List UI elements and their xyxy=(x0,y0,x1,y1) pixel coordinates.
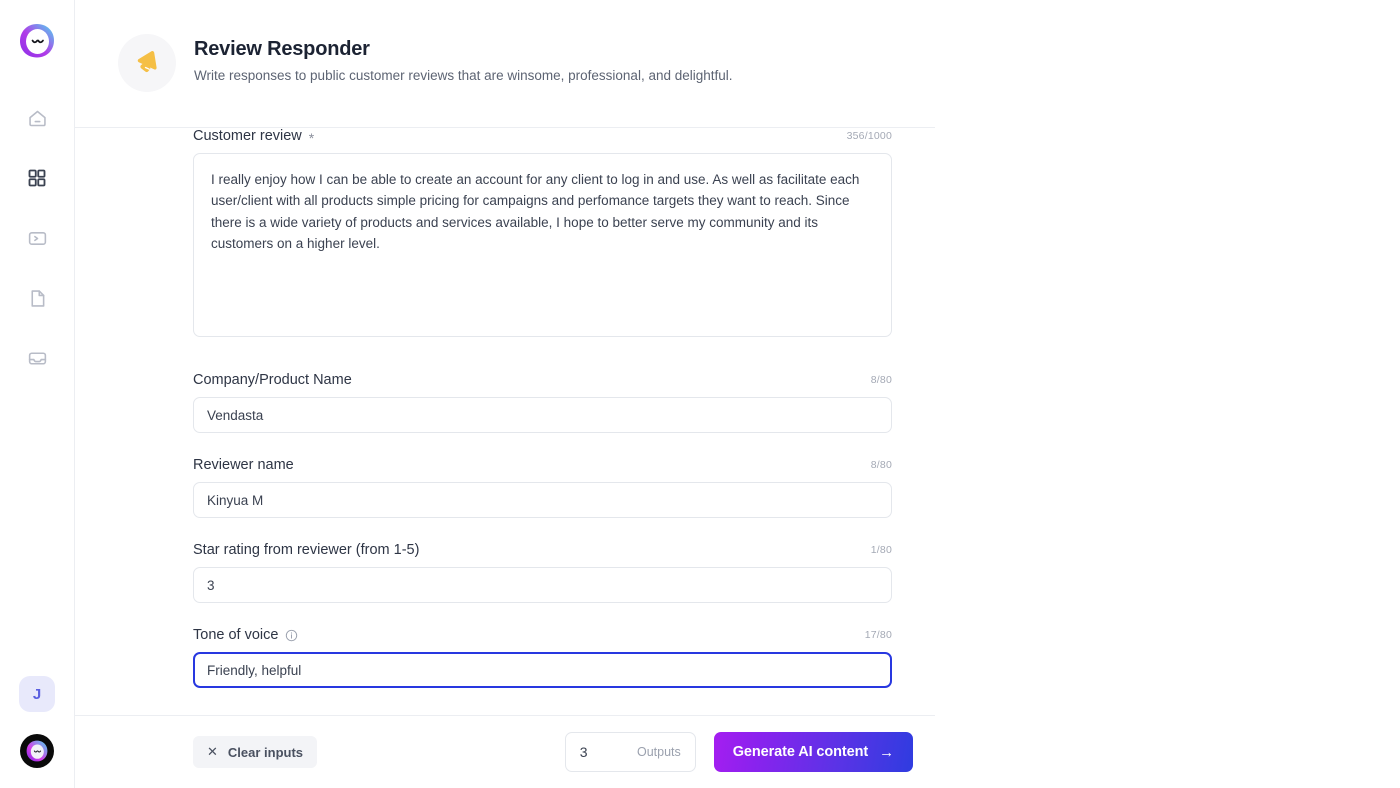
help-blob-icon[interactable] xyxy=(20,734,54,768)
footer-toolbar: ✕ Clear inputs 3 Outputs Generate AI con… xyxy=(75,716,935,788)
document-icon xyxy=(27,288,48,309)
arrow-right-icon: → xyxy=(879,743,894,761)
info-circle-icon[interactable] xyxy=(285,629,298,642)
field-reviewer-name: Reviewer name 8/80 xyxy=(193,457,935,518)
field-head: Company/Product Name 8/80 xyxy=(193,372,892,388)
grid-apps-icon xyxy=(27,168,47,188)
clear-inputs-button[interactable]: ✕ Clear inputs xyxy=(193,736,318,768)
outputs-stepper[interactable]: 3 Outputs xyxy=(564,732,696,772)
megaphone-icon xyxy=(118,34,176,92)
field-label: Reviewer name xyxy=(193,457,294,473)
page-subtitle: Write responses to public customer revie… xyxy=(194,68,733,83)
char-counter: 356/1000 xyxy=(846,130,892,142)
field-label-text: Star rating from reviewer (from 1-5) xyxy=(193,542,420,558)
left-sidebar: J xyxy=(0,0,75,788)
field-label-text: Customer review xyxy=(193,128,302,144)
terminal-icon xyxy=(27,228,48,249)
required-marker: * xyxy=(308,130,315,146)
sidebar-nav xyxy=(19,100,55,376)
generate-label: Generate AI content xyxy=(732,744,869,760)
char-counter: 1/80 xyxy=(870,544,892,556)
footer-right-group: 3 Outputs Generate AI content → xyxy=(564,732,913,772)
form-area: Customer review * 356/1000 Company/Produ… xyxy=(75,128,935,715)
customer-review-input[interactable] xyxy=(193,153,892,337)
field-head: Star rating from reviewer (from 1-5) 1/8… xyxy=(193,542,892,558)
char-counter: 17/80 xyxy=(864,629,892,641)
brand-blob-logo-icon[interactable] xyxy=(16,20,58,62)
field-head: Reviewer name 8/80 xyxy=(193,457,892,473)
inbox-icon xyxy=(27,348,48,369)
field-head: Customer review * 356/1000 xyxy=(193,128,892,146)
sidebar-item-inbox[interactable] xyxy=(19,340,55,376)
app-root: J Review Responder Write responses to pu… xyxy=(0,0,1400,788)
company-product-name-input[interactable] xyxy=(193,397,892,433)
tool-panel: Review Responder Write responses to publ… xyxy=(75,0,935,788)
tool-title-block: Review Responder Write responses to publ… xyxy=(194,30,733,83)
field-label: Customer review * xyxy=(193,128,315,146)
field-star-rating: Star rating from reviewer (from 1-5) 1/8… xyxy=(193,542,935,603)
page-title: Review Responder xyxy=(194,38,370,60)
field-tone-of-voice: Tone of voice 17/80 xyxy=(193,627,935,688)
avatar[interactable]: J xyxy=(19,676,55,712)
star-rating-input[interactable] xyxy=(193,567,892,603)
field-label: Company/Product Name xyxy=(193,372,352,388)
clear-inputs-label: Clear inputs xyxy=(227,744,304,760)
field-head: Tone of voice 17/80 xyxy=(193,627,892,643)
reviewer-name-input[interactable] xyxy=(193,482,892,518)
char-counter: 8/80 xyxy=(870,374,892,386)
sidebar-item-apps[interactable] xyxy=(19,160,55,196)
tone-of-voice-input[interactable] xyxy=(193,652,892,688)
sidebar-item-terminal[interactable] xyxy=(19,220,55,256)
main-content: Review Responder Write responses to publ… xyxy=(75,0,1400,788)
field-label: Star rating from reviewer (from 1-5) xyxy=(193,542,419,558)
tool-header: Review Responder Write responses to publ… xyxy=(75,0,865,117)
outputs-value: 3 xyxy=(579,744,588,760)
field-company-product-name: Company/Product Name 8/80 xyxy=(193,372,935,433)
field-label-text: Company/Product Name xyxy=(193,372,352,388)
field-customer-review: Customer review * 356/1000 xyxy=(193,128,935,342)
close-x-icon: ✕ xyxy=(207,744,218,759)
field-label: Tone of voice xyxy=(193,627,298,643)
field-label-text: Reviewer name xyxy=(193,457,294,473)
sidebar-item-home[interactable] xyxy=(19,100,55,136)
generate-ai-content-button[interactable]: Generate AI content → xyxy=(713,732,913,772)
home-icon xyxy=(27,108,48,129)
sidebar-item-documents[interactable] xyxy=(19,280,55,316)
field-label-text: Tone of voice xyxy=(193,627,279,643)
outputs-label: Outputs xyxy=(636,745,681,759)
char-counter: 8/80 xyxy=(870,459,892,471)
